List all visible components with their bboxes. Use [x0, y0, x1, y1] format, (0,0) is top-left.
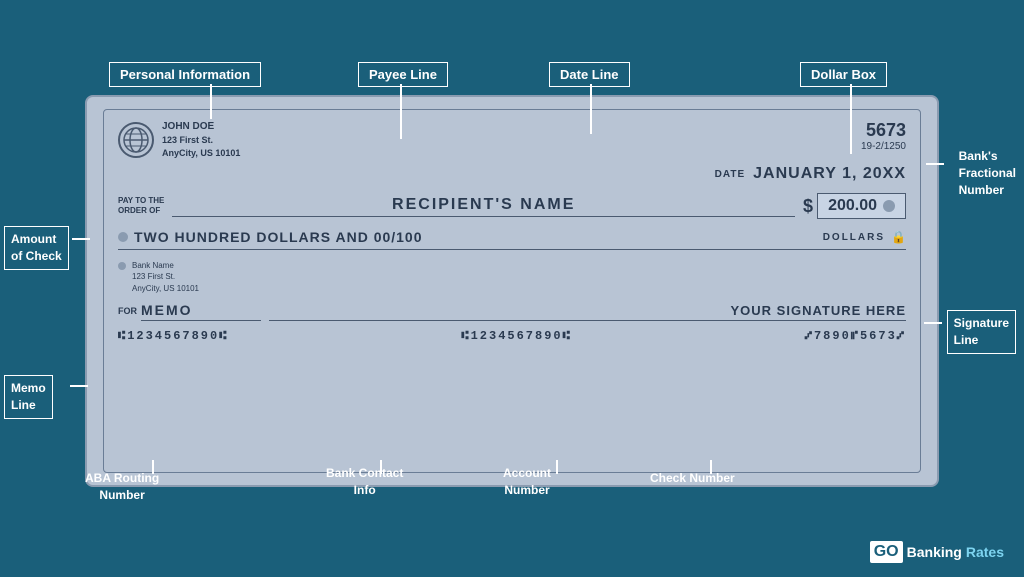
- date-value: JANUARY 1, 20XX: [753, 165, 906, 183]
- globe-icon: [118, 122, 154, 158]
- dollar-box-label: Dollar Box: [800, 62, 887, 87]
- date-row: DATE JANUARY 1, 20XX: [118, 165, 906, 183]
- sig-connector: [924, 322, 942, 324]
- micr-account: ⑆1234567890⑆: [461, 329, 571, 343]
- personal-information-label: Personal Information: [109, 62, 261, 87]
- check-number-label: Check Number: [650, 470, 735, 487]
- fractional-number: 19-2/1250: [861, 141, 906, 152]
- person-info-text: JOHN DOE 123 First St. AnyCity, US 10101: [162, 120, 240, 159]
- bank-contact-connector: [380, 460, 382, 474]
- brand-banking: Banking: [907, 544, 962, 560]
- aba-routing-label: ABA Routing Number: [85, 470, 159, 504]
- amount-numeric: 200.00: [828, 197, 877, 215]
- lock-icon: 🔒: [891, 230, 906, 244]
- bank-contact-info: Bank Name 123 First St. AnyCity, US 1010…: [118, 260, 199, 294]
- written-amount-row: TWO HUNDRED DOLLARS AND 00/100 DOLLARS 🔒: [118, 229, 906, 250]
- micr-row: ⑆1234567890⑆ ⑆1234567890⑆ ⑇7890⑈5673⑇: [118, 329, 906, 343]
- brand-go: GO: [870, 541, 903, 563]
- bank-info-row: Bank Name 123 First St. AnyCity, US 1010…: [118, 260, 906, 294]
- account-connector: [556, 460, 558, 474]
- bank-addr1: 123 First St.: [132, 271, 199, 282]
- bank-dot: [118, 262, 126, 270]
- check-top-row: JOHN DOE 123 First St. AnyCity, US 10101…: [118, 120, 906, 159]
- memo-sig-row: FOR MEMO YOUR SIGNATURE HERE: [118, 302, 906, 321]
- person-address1: 123 First St.: [162, 134, 240, 147]
- written-amount-dot: [118, 232, 128, 242]
- dollar-sign: $: [803, 196, 813, 217]
- person-address2: AnyCity, US 10101: [162, 147, 240, 160]
- branding: GO Banking Rates: [870, 541, 1004, 563]
- amount-circle-dot: [883, 200, 895, 212]
- fractional-number-label: Bank's Fractional Number: [959, 148, 1016, 198]
- bank-contact-label: Bank Contact Info: [326, 465, 403, 499]
- signature-line-label: Signature Line: [947, 310, 1016, 354]
- payee-line-label: Payee Line: [358, 62, 448, 87]
- check-inner: JOHN DOE 123 First St. AnyCity, US 10101…: [103, 109, 921, 473]
- memo-connector: [70, 385, 88, 387]
- for-label: FOR: [118, 306, 137, 316]
- bank-addr2: AnyCity, US 10101: [132, 283, 199, 294]
- bank-name: Bank Name: [132, 260, 199, 271]
- written-amount: TWO HUNDRED DOLLARS AND 00/100: [134, 229, 823, 245]
- personal-info-area: JOHN DOE 123 First St. AnyCity, US 10101: [118, 120, 240, 159]
- memo-line: MEMO: [141, 302, 261, 321]
- micr-routing: ⑆1234567890⑆: [118, 329, 228, 343]
- check-number: 5673: [861, 120, 906, 141]
- person-name: JOHN DOE: [162, 120, 240, 134]
- brand-rates: Rates: [966, 544, 1004, 560]
- payee-row: PAY TO THE ORDER OF RECIPIENT'S NAME $ 2…: [118, 193, 906, 219]
- micr-check: ⑇7890⑈5673⑇: [805, 329, 906, 343]
- date-label: DATE: [715, 169, 745, 180]
- check-num-connector: [710, 460, 712, 474]
- amount-box: 200.00: [817, 193, 906, 219]
- signature-line: YOUR SIGNATURE HERE: [269, 303, 906, 321]
- dollar-box-connector: [850, 84, 852, 154]
- dollars-label: DOLLARS: [823, 232, 885, 243]
- fractional-connector: [926, 163, 944, 165]
- check-number-area: 5673 19-2/1250: [861, 120, 906, 152]
- check-container: JOHN DOE 123 First St. AnyCity, US 10101…: [85, 95, 939, 487]
- bank-details: Bank Name 123 First St. AnyCity, US 1010…: [132, 260, 199, 294]
- personal-info-connector: [210, 84, 212, 119]
- account-number-label: Account Number: [503, 465, 551, 499]
- pay-to-label: PAY TO THE ORDER OF: [118, 196, 164, 217]
- recipient-name: RECIPIENT'S NAME: [172, 196, 795, 217]
- memo-area: FOR MEMO: [118, 302, 261, 321]
- dollar-box: $ 200.00: [803, 193, 906, 219]
- aba-connector: [152, 460, 154, 474]
- amount-of-check-label: Amount of Check: [4, 226, 69, 270]
- amount-connector: [72, 238, 90, 240]
- payee-connector: [400, 84, 402, 139]
- date-connector: [590, 84, 592, 134]
- memo-line-label: Memo Line: [4, 375, 53, 419]
